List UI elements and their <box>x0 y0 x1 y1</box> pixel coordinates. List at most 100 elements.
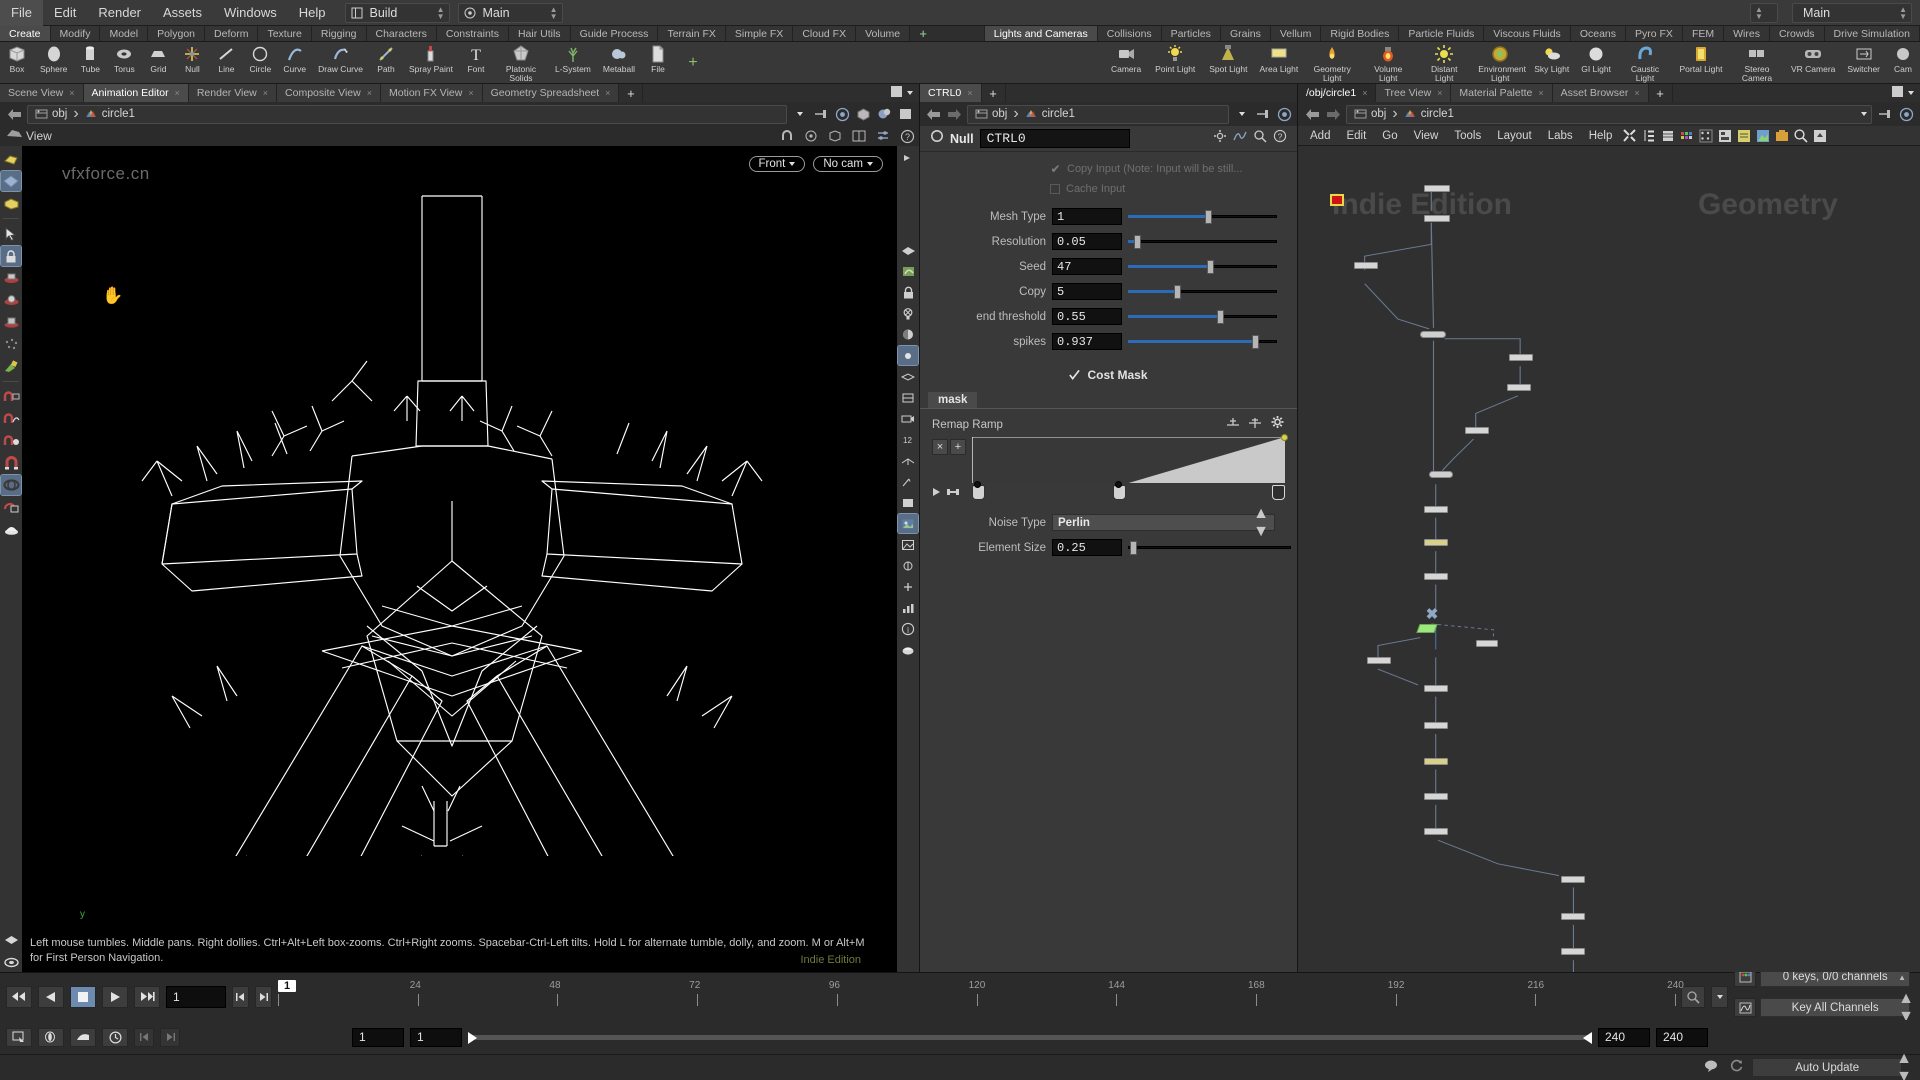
shelf-tab-rigid-bodies[interactable]: Rigid Bodies <box>1321 26 1400 41</box>
help-icon[interactable]: ? <box>899 128 915 144</box>
viewport-tab-close-icon[interactable]: × <box>468 88 473 98</box>
wireframe-icon[interactable] <box>898 388 918 407</box>
param-path-caret-icon[interactable] <box>1234 106 1250 122</box>
network-node[interactable] <box>1423 539 1448 547</box>
audio-button[interactable] <box>38 1027 64 1047</box>
network-tab-material-palette[interactable]: Material Palette × <box>1451 84 1553 102</box>
shelf-tool-volume-light[interactable]: Volume Light <box>1360 42 1416 83</box>
shelf-tool-null[interactable]: Null <box>175 42 209 83</box>
shelf-tab-polygon[interactable]: Polygon <box>148 26 206 41</box>
shelf-tool-platonic-solids[interactable]: Platonic Solids <box>493 42 549 83</box>
cost-mask-row[interactable]: Cost Mask <box>926 368 1291 382</box>
shelf-tab-guide-process[interactable]: Guide Process <box>570 26 659 41</box>
network-pane-square-icon[interactable] <box>1892 84 1903 102</box>
grid-display-icon[interactable] <box>898 367 918 386</box>
view-menu-icon[interactable] <box>6 127 23 145</box>
lock-display-icon[interactable] <box>898 283 918 302</box>
param-field-end-threshold[interactable]: 0.55 <box>1052 308 1122 325</box>
param-breadcrumb-obj[interactable]: obj <box>972 108 1010 121</box>
select-mode-geometry-icon[interactable] <box>0 170 22 192</box>
shelf-tab-oceans[interactable]: Oceans <box>1570 26 1626 41</box>
desktop-selector[interactable]: Build ▲ ▼ <box>344 2 450 23</box>
edit-magnet-icon[interactable] <box>1 453 21 473</box>
vectors-icon[interactable] <box>898 472 918 491</box>
shelf-tab-drive-simulation[interactable]: Drive Simulation <box>1824 26 1920 41</box>
animation-curve-icon[interactable] <box>1734 998 1757 1017</box>
node-name-input[interactable]: CTRL0 <box>979 129 1130 148</box>
viewport-tab-close-icon[interactable]: × <box>367 88 372 98</box>
network-breadcrumb[interactable]: obj › circle1 <box>1346 104 1872 124</box>
background-image-icon[interactable] <box>898 535 918 554</box>
auto-update-dropdown[interactable]: Auto Update <box>1752 1058 1903 1077</box>
flat-shade-icon[interactable] <box>897 106 913 122</box>
network-canvas[interactable]: Indie Edition Geometry ✖ <box>1298 146 1920 972</box>
shelf-tool-box[interactable]: Box <box>0 42 34 83</box>
shelf-tool-point-light[interactable]: Point Light <box>1147 42 1203 83</box>
network-tab-close-icon[interactable]: × <box>1362 88 1367 98</box>
parameter-tab-close-icon[interactable]: × <box>967 88 972 98</box>
no-lights-icon[interactable] <box>898 304 918 323</box>
network-node[interactable] <box>1423 828 1448 836</box>
handles-visibility-icon[interactable] <box>898 577 918 596</box>
snap-multi-icon[interactable] <box>803 128 819 144</box>
recook-icon[interactable] <box>1729 1058 1744 1077</box>
shelf-add-tool-button[interactable]: + <box>675 42 711 83</box>
shelf-tool-draw-curve[interactable]: Draw Curve <box>312 42 369 83</box>
timeline-zoom-button[interactable] <box>1681 985 1706 1008</box>
texture-display-icon[interactable] <box>897 513 919 534</box>
breadcrumb-obj[interactable]: obj <box>32 108 70 121</box>
edit-softtrans-icon[interactable] <box>1 387 21 407</box>
step-forward-button[interactable] <box>255 985 272 1008</box>
net-sync-icon[interactable] <box>1898 106 1914 122</box>
edit-spray-icon[interactable] <box>1 431 21 451</box>
viewport-add-tab-button[interactable]: + <box>619 84 644 102</box>
param-gear-icon[interactable] <box>1213 129 1227 148</box>
display-geo-icon[interactable] <box>855 106 871 122</box>
network-node[interactable] <box>1423 793 1448 801</box>
param-field-copy[interactable]: 5 <box>1052 283 1122 300</box>
scale-tool-icon[interactable] <box>1 312 21 332</box>
ramp-keys-track[interactable] <box>972 481 1285 501</box>
network-node[interactable] <box>1353 262 1378 270</box>
shelf-tab-grains[interactable]: Grains <box>1220 26 1271 41</box>
jump-to-start-button[interactable] <box>6 985 32 1008</box>
global-end-input[interactable]: 240 <box>1656 1027 1708 1047</box>
network-tab--obj-circle1[interactable]: /obj/circle1 × <box>1298 84 1377 102</box>
shelf-tool-file[interactable]: File <box>641 42 675 83</box>
network-node[interactable] <box>1423 684 1448 692</box>
param-slider-seed[interactable] <box>1128 258 1277 275</box>
mask-folder-tab[interactable]: mask <box>928 392 978 408</box>
shelf-tab-model[interactable]: Model <box>100 26 149 41</box>
scene-flipbook-button[interactable] <box>6 1027 32 1047</box>
param-field-seed[interactable]: 47 <box>1052 258 1122 275</box>
shelf-tool-distant-light[interactable]: Distant Light <box>1416 42 1472 83</box>
network-node[interactable] <box>1506 383 1531 391</box>
ramp-key-2[interactable] <box>1272 485 1285 500</box>
viewport-tab-animation-editor[interactable]: Animation Editor × <box>83 84 189 102</box>
param-nav-forward-icon[interactable] <box>946 106 962 122</box>
stats-icon[interactable] <box>898 598 918 617</box>
shelf-tool-sky-light[interactable]: Sky Light <box>1528 42 1575 83</box>
shelf-tab-pyro-fx[interactable]: Pyro FX <box>1626 26 1683 41</box>
shelf-tool-switcher[interactable]: Switcher <box>1841 42 1886 83</box>
net-tools-icon[interactable] <box>1620 126 1639 145</box>
guide-geometry-icon[interactable] <box>898 556 918 575</box>
snap-magnet-icon[interactable] <box>779 128 795 144</box>
network-vex-node[interactable] <box>1416 623 1438 633</box>
shelf-tab-viscous-fluids[interactable]: Viscous Fluids <box>1484 26 1571 41</box>
menu-assets[interactable]: Assets <box>152 0 213 26</box>
network-node[interactable] <box>1423 185 1450 193</box>
shelf-tool-tube[interactable]: Tube <box>73 42 107 83</box>
shelf-tool-line[interactable]: Line <box>209 42 243 83</box>
shelf-tab-constraints[interactable]: Constraints <box>436 26 509 41</box>
viewport-pane-menu[interactable] <box>885 84 919 102</box>
scene-viewport[interactable]: vfxforce.cn ✋ Front No cam y Left mouse … <box>22 146 897 972</box>
layout-selector-right[interactable]: Main ▲ ▼ <box>1792 2 1912 23</box>
paint-tool-icon[interactable] <box>1 356 21 376</box>
select-arrow-icon[interactable] <box>1 224 21 244</box>
shelf-tool-vr-camera[interactable]: VR Camera <box>1785 42 1841 83</box>
network-node[interactable] <box>1429 470 1454 478</box>
keys-status-caret-icon[interactable]: ▲ <box>1898 973 1906 982</box>
shelf-tab-particles[interactable]: Particles <box>1161 26 1221 41</box>
parameter-breadcrumb[interactable]: obj › circle1 <box>967 104 1229 124</box>
